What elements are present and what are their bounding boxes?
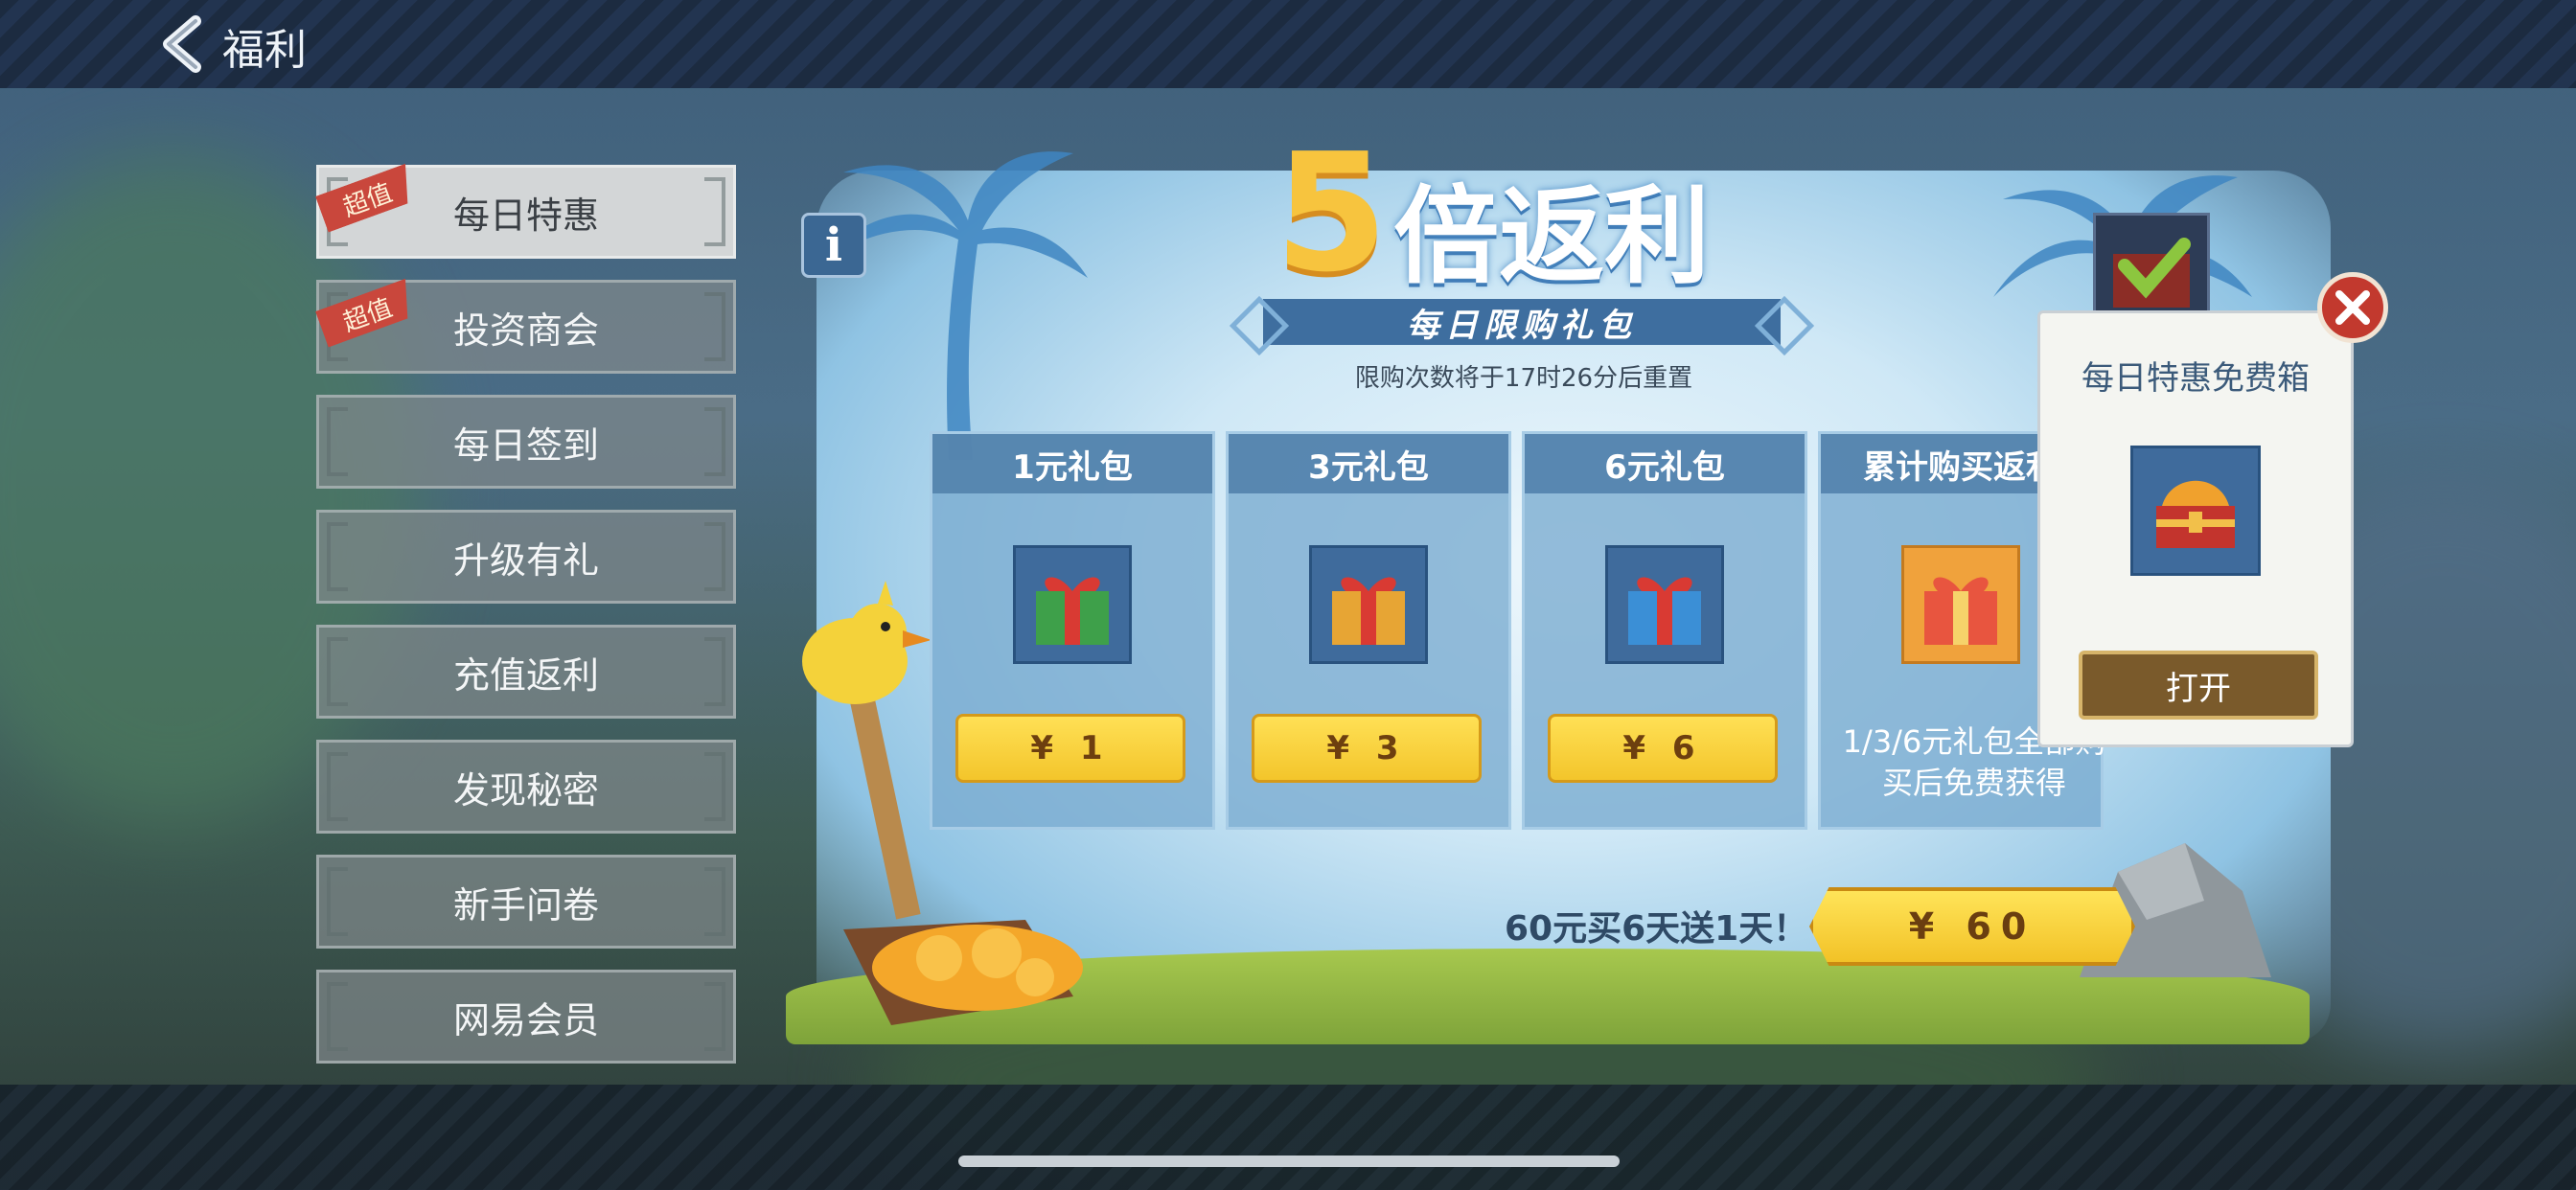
home-indicator[interactable] <box>958 1156 1620 1167</box>
sidebar-item-label: 升级有礼 <box>452 538 599 582</box>
pack-card-1: 1元礼包 ¥ 1 <box>930 431 1215 830</box>
buy-60-yuan-button[interactable]: ¥ 60 <box>1809 887 2135 966</box>
open-chest-button[interactable]: 打开 <box>2079 651 2318 720</box>
sidebar-item-investment[interactable]: 投资商会 超值 <box>316 280 736 374</box>
sidebar-item-label: 网易会员 <box>452 998 599 1041</box>
headline-text: 倍返利 <box>1393 175 1711 298</box>
chest-claimed-icon <box>2093 213 2210 318</box>
buy-1-yuan-button[interactable]: ¥ 1 <box>955 714 1185 783</box>
sidebar-item-checkin[interactable]: 每日签到 <box>316 395 736 489</box>
top-bar: 福利 <box>0 0 2576 88</box>
pack-title: 3元礼包 <box>1229 434 1508 493</box>
multiplier-number: 5 <box>1275 119 1389 309</box>
sidebar-item-label: 每日签到 <box>452 423 599 467</box>
pack-card-6: 6元礼包 ¥ 6 <box>1522 431 1807 830</box>
info-button[interactable]: i <box>801 213 866 278</box>
banner-headline: 5 倍返利 <box>1275 132 1711 298</box>
back-icon[interactable] <box>153 13 211 75</box>
bottom-bar <box>0 1085 2576 1190</box>
buy-3-yuan-button[interactable]: ¥ 3 <box>1252 714 1482 783</box>
treasure-chest-icon <box>2130 446 2261 576</box>
value-badge: 超值 <box>315 164 419 233</box>
pack-title: 1元礼包 <box>932 434 1212 493</box>
gift-box-icon <box>1901 545 2020 664</box>
sidebar-item-survey[interactable]: 新手问卷 <box>316 855 736 949</box>
page-title: 福利 <box>222 26 307 75</box>
popup-title: 每日特惠免费箱 <box>2082 359 2310 398</box>
gift-box-icon <box>1605 545 1724 664</box>
palm-tree-decoration <box>815 151 1088 460</box>
sidebar-item-label: 新手问卷 <box>452 883 599 927</box>
sidebar-item-membership[interactable]: 网易会员 <box>316 970 736 1064</box>
pack-title: 6元礼包 <box>1525 434 1805 493</box>
buy-6-yuan-button[interactable]: ¥ 6 <box>1548 714 1778 783</box>
sidebar-item-recharge[interactable]: 充值返利 <box>316 625 736 719</box>
promo-text: 60元买6天送1天！ <box>1505 909 1808 949</box>
reset-timer-note: 限购次数将于17时26分后重置 <box>1354 364 1693 393</box>
gift-box-icon <box>1013 545 1132 664</box>
sidebar-item-label: 投资商会 <box>452 309 599 352</box>
gift-box-icon <box>1309 545 1428 664</box>
banner-subtitle: 每日限购礼包 <box>1263 299 1781 345</box>
sidebar-item-daily-deals[interactable]: 每日特惠 超值 <box>316 165 736 259</box>
free-chest-popup: 每日特惠免费箱 打开 <box>2037 310 2354 747</box>
sidebar-item-label: 充值返利 <box>452 653 599 697</box>
sidebar-item-secrets[interactable]: 发现秘密 <box>316 740 736 834</box>
close-icon[interactable] <box>2317 272 2388 343</box>
sidebar-item-level-up[interactable]: 升级有礼 <box>316 510 736 604</box>
value-badge: 超值 <box>315 279 419 348</box>
pack-card-3: 3元礼包 ¥ 3 <box>1226 431 1511 830</box>
sidebar-item-label: 每日特惠 <box>452 194 599 237</box>
sidebar: 每日特惠 超值 投资商会 超值 每日签到 升级有礼 充值返利 发现秘密 新手问卷… <box>316 165 738 1085</box>
sidebar-item-label: 发现秘密 <box>452 768 599 812</box>
